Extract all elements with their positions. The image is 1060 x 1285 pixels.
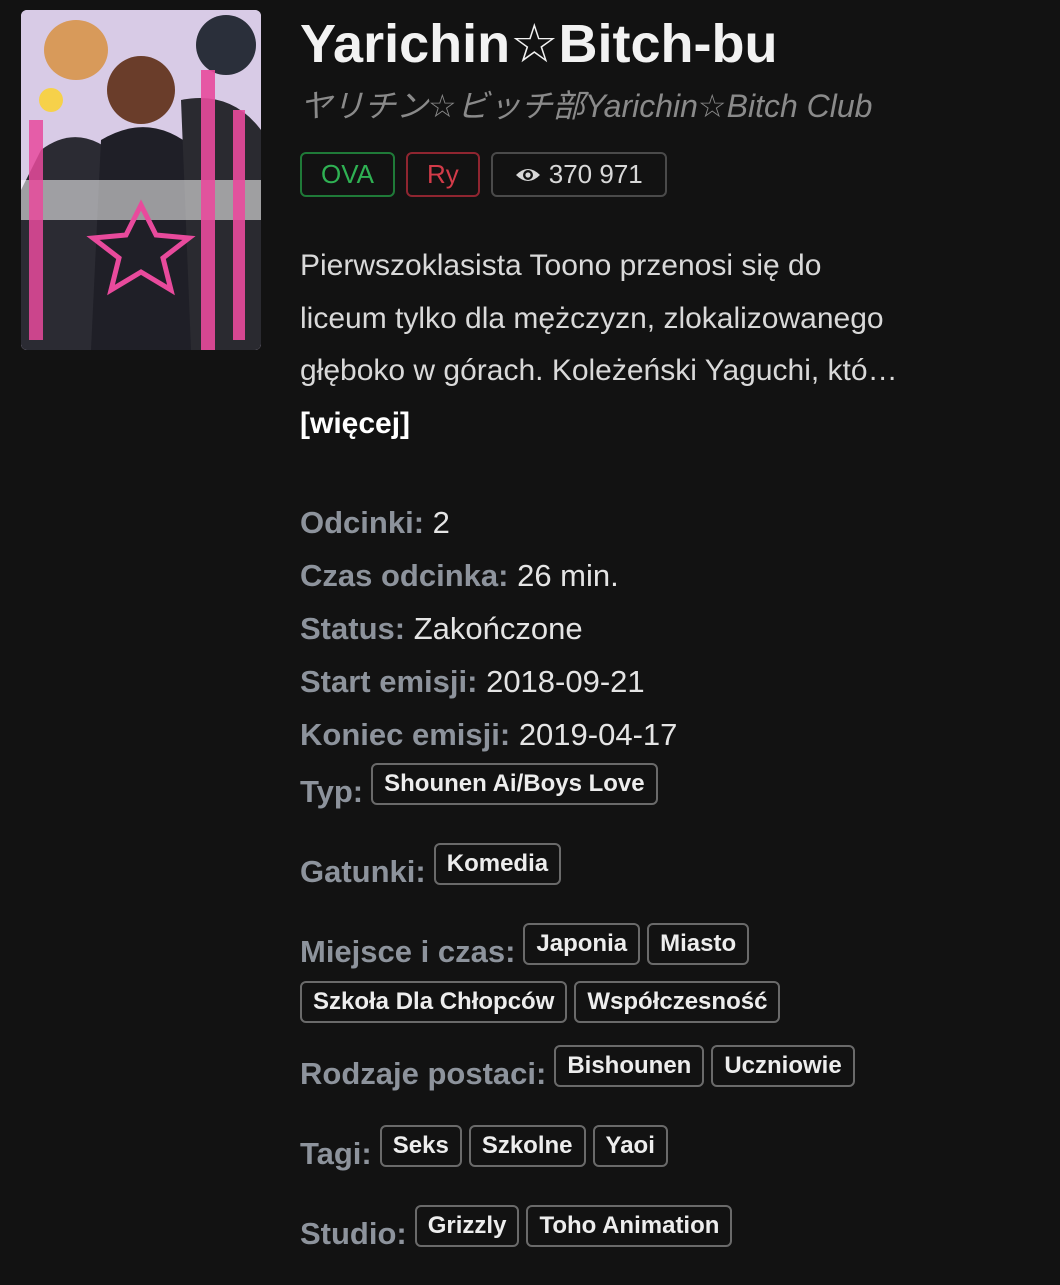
end-label: Koniec emisji: <box>300 717 511 752</box>
tag-chip[interactable]: Seks <box>379 1125 462 1167</box>
tags-row: Tagi: Seks Szkolne Yaoi <box>300 1125 1040 1183</box>
description-line: głęboko w górach. Koleżeński Yaguchi, kt… <box>300 354 898 387</box>
type-row: Typ: Shounen Ai/Boys Love <box>300 763 1040 821</box>
start-row: Start emisji: 2018-09-21 <box>300 655 1040 708</box>
place-row: Miejsce i czas: Japonia Miasto Szkoła Dla C… <box>300 923 1040 1039</box>
studio-label: Studio: <box>300 1216 407 1251</box>
studio-chip[interactable]: Toho Animation <box>526 1205 733 1247</box>
eye-icon <box>515 168 540 181</box>
cover-art <box>21 10 261 350</box>
episodes-row: Odcinki: 2 <box>300 496 1040 549</box>
episodes-value: 2 <box>432 505 450 540</box>
duration-value: 26 min. <box>517 558 619 593</box>
studio-chip[interactable]: Grizzly <box>414 1205 520 1247</box>
duration-label: Czas odcinka: <box>300 558 509 593</box>
place-chip[interactable]: Miasto <box>647 923 750 965</box>
end-value: 2019-04-17 <box>518 717 678 752</box>
status-label: Status: <box>300 611 406 646</box>
more-link[interactable]: [więcej] <box>300 398 1020 451</box>
description: Pierwszoklasista Toono przenosi się do l… <box>300 240 1020 450</box>
description-line: liceum tylko dla mężczyzn, zlokalizowane… <box>300 301 884 335</box>
place-chip[interactable]: Szkoła Dla Chłopców <box>300 981 568 1023</box>
genres-label: Gatunki: <box>300 854 426 889</box>
place-label: Miejsce i czas: <box>300 934 516 969</box>
tag-chip[interactable]: Yaoi <box>592 1125 668 1167</box>
status-value: Zakończone <box>413 611 583 646</box>
characters-row: Rodzaje postaci: Bishounen Uczniowie <box>300 1045 1040 1103</box>
duration-row: Czas odcinka: 26 min. <box>300 549 1040 602</box>
genres-row: Gatunki: Komedia <box>300 843 1040 901</box>
cover-image[interactable] <box>21 10 261 350</box>
type-label: Typ: <box>300 774 364 809</box>
type-chip[interactable]: Shounen Ai/Boys Love <box>371 763 658 805</box>
views-count: 370 971 <box>548 159 643 189</box>
rating-badge[interactable]: Ry <box>405 152 480 197</box>
studio-row: Studio: Grizzly Toho Animation <box>300 1205 1040 1263</box>
place-chip[interactable]: Japonia <box>523 923 641 965</box>
start-value: 2018-09-21 <box>486 664 645 699</box>
genre-chip[interactable]: Komedia <box>433 843 562 885</box>
end-row: Koniec emisji: 2019-04-17 <box>300 708 1040 761</box>
tag-chip[interactable]: Szkolne <box>468 1125 586 1167</box>
anime-title: Yarichin☆Bitch-bu <box>300 14 778 74</box>
start-label: Start emisji: <box>300 664 478 699</box>
description-line: Pierwszoklasista Toono przenosi się do <box>300 249 822 282</box>
tags-label: Tagi: <box>300 1136 372 1171</box>
characters-label: Rodzaje postaci: <box>300 1056 547 1091</box>
anime-alt-title: ヤリチン☆ビッチ部Yarichin☆Bitch Club <box>300 88 873 124</box>
type-badge[interactable]: OVA <box>300 152 395 197</box>
badge-row: OVA Ry 370 971 <box>300 152 667 197</box>
character-chip[interactable]: Bishounen <box>554 1045 705 1087</box>
place-chip[interactable]: Współczesność <box>574 981 781 1023</box>
status-row: Status: Zakończone <box>300 602 1040 655</box>
character-chip[interactable]: Uczniowie <box>711 1045 855 1087</box>
details-list: Odcinki: 2 Czas odcinka: 26 min. Status:… <box>300 496 1040 1285</box>
views-badge: 370 971 <box>490 152 667 197</box>
episodes-label: Odcinki: <box>300 505 425 540</box>
